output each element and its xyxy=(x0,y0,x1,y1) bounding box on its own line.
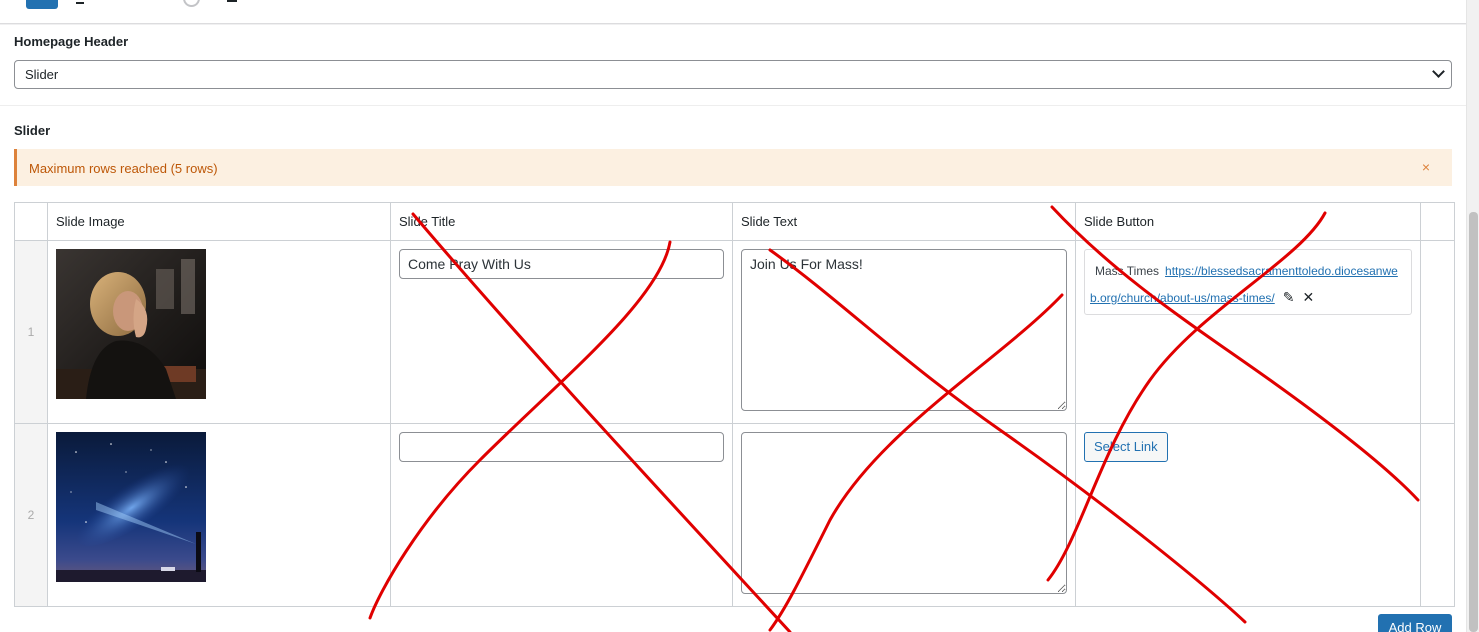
column-header-slide-text: Slide Text xyxy=(732,202,1076,241)
slide-text-cell xyxy=(732,423,1076,607)
row-order-handle[interactable]: 2 xyxy=(14,423,48,607)
acf-fields-panel: Homepage Header Slider Slider Maximum ro… xyxy=(0,25,1466,632)
slide-image-cell xyxy=(47,423,391,607)
table-row: 2 Select Link xyxy=(14,423,1455,607)
close-icon[interactable]: × xyxy=(1422,159,1430,175)
pencil-icon[interactable]: ✎ xyxy=(1283,284,1295,310)
slide-title-cell xyxy=(390,423,733,607)
slide-title-cell xyxy=(390,240,733,424)
scrollbar-thumb[interactable] xyxy=(1469,212,1478,632)
chevron-down-icon xyxy=(1432,65,1445,78)
column-header-slide-button: Slide Button xyxy=(1075,202,1421,241)
toolbar-icon[interactable] xyxy=(227,0,237,2)
row-order-handle[interactable]: 1 xyxy=(14,240,48,424)
column-header-slide-image: Slide Image xyxy=(47,202,391,241)
homepage-header-label: Homepage Header xyxy=(14,34,129,49)
slide-text-textarea[interactable]: Join Us For Mass! xyxy=(741,249,1067,411)
slider-label: Slider xyxy=(14,123,51,138)
table-header-row: Slide Image Slide Title Slide Text Slide… xyxy=(14,202,1455,241)
add-row-button[interactable]: Add Row xyxy=(1378,614,1452,632)
row-remove-cell[interactable] xyxy=(1420,240,1455,424)
slide-text-textarea[interactable] xyxy=(741,432,1067,594)
link-title: Mass Times xyxy=(1095,264,1160,278)
remove-column-header xyxy=(1420,202,1455,241)
select-link-button[interactable]: Select Link xyxy=(1084,432,1168,462)
help-icon[interactable] xyxy=(183,0,200,7)
homepage-header-selected-value: Slider xyxy=(25,67,59,82)
slider-repeater-table: Slide Image Slide Title Slide Text Slide… xyxy=(14,202,1455,607)
notice-message: Maximum rows reached (5 rows) xyxy=(29,161,218,176)
close-icon[interactable]: ✕ xyxy=(1302,284,1314,310)
slide-button-cell: Select Link xyxy=(1075,423,1421,607)
page-scrollbar[interactable] xyxy=(1466,0,1479,632)
table-row: 1 Come Pray With Us Join Us For Mass! Ma… xyxy=(14,240,1455,424)
toolbar-button[interactable] xyxy=(26,0,58,9)
slide-text-cell: Join Us For Mass! xyxy=(732,240,1076,424)
slide-image-praying-woman[interactable] xyxy=(56,249,206,399)
top-toolbar xyxy=(0,0,1466,24)
row-remove-cell[interactable] xyxy=(1420,423,1455,607)
homepage-header-select[interactable]: Slider xyxy=(14,60,1452,89)
column-header-slide-title: Slide Title xyxy=(390,202,733,241)
slide-button-cell: Mass Times https://blessedsacramenttoledo… xyxy=(1075,240,1421,424)
slide-image-cell xyxy=(47,240,391,424)
toolbar-icon[interactable] xyxy=(76,2,84,4)
slide-title-input[interactable] xyxy=(399,432,724,462)
slide-title-input[interactable] xyxy=(399,249,724,279)
slide-image-night-sky[interactable] xyxy=(56,432,206,582)
divider xyxy=(0,105,1466,106)
order-column-header xyxy=(14,202,48,241)
link-preview: Mass Times https://blessedsacramenttoledo… xyxy=(1084,249,1412,315)
max-rows-notice: Maximum rows reached (5 rows) × xyxy=(14,149,1452,186)
